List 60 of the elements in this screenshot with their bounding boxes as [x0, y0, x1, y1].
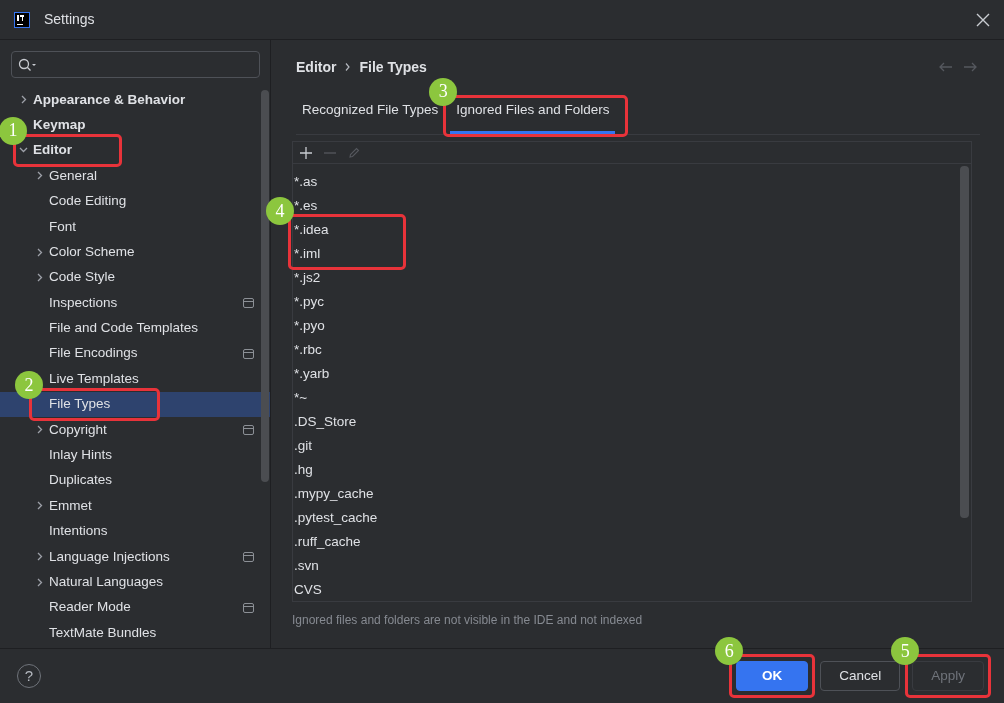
tree-item[interactable]: Duplicates: [49, 470, 113, 491]
list-item[interactable]: *.rbc: [294, 339, 322, 361]
tree-item[interactable]: Code Editing: [49, 191, 127, 212]
search-field[interactable]: [11, 51, 260, 78]
tree-item[interactable]: Color Scheme: [34, 241, 135, 263]
list-item[interactable]: *.as: [294, 171, 318, 193]
list-item[interactable]: .pytest_cache: [294, 507, 378, 529]
callout-number: 6: [715, 637, 744, 665]
tree-item[interactable]: File Types: [49, 394, 111, 415]
callout-number: 1: [0, 116, 27, 145]
list-item[interactable]: .DS_Store: [294, 411, 357, 433]
tree-item[interactable]: Code Style: [34, 267, 116, 288]
hint-text: Ignored files and folders are not visible in the IDE and not indexed: [292, 612, 644, 629]
tree-item[interactable]: Inlay Hints: [49, 445, 113, 466]
list-item[interactable]: *.idea: [294, 219, 329, 241]
list-item[interactable]: .hg: [294, 459, 313, 481]
tree-item[interactable]: Natural Languages: [34, 572, 164, 593]
tree-item[interactable]: General: [34, 165, 98, 186]
add-icon[interactable]: [299, 145, 313, 160]
list-item[interactable]: .git: [294, 435, 312, 457]
callout-number: 5: [891, 637, 920, 665]
tree-item[interactable]: Emmet: [34, 495, 92, 517]
tree-item[interactable]: Reader Mode: [49, 597, 131, 618]
tree-item[interactable]: Inspections: [49, 292, 118, 313]
window-title: Settings: [44, 10, 95, 29]
breadcrumb-item[interactable]: File Types: [359, 56, 427, 78]
list-item[interactable]: .ruff_cache: [294, 531, 361, 553]
app-logo-icon: [14, 11, 30, 28]
tree-item[interactable]: Keymap: [33, 114, 86, 136]
callout-number: 4: [266, 197, 294, 225]
callout-number: 3: [429, 77, 458, 106]
tree-item[interactable]: File and Code Templates: [49, 318, 199, 339]
list-item[interactable]: CVS: [294, 579, 322, 601]
chevron-right-icon: [344, 62, 352, 72]
scrollbar[interactable]: [261, 90, 269, 482]
list-item[interactable]: .svn: [294, 555, 319, 577]
tree-item[interactable]: Intentions: [49, 521, 108, 542]
callout-number: 2: [15, 371, 43, 400]
tree-item[interactable]: Language Injections: [34, 546, 170, 567]
search-icon: [18, 57, 38, 72]
list-item[interactable]: *~: [294, 387, 308, 409]
tree-item[interactable]: Copyright: [34, 419, 107, 440]
tree-item[interactable]: File Encodings: [49, 343, 138, 364]
list-item[interactable]: *.pyc: [294, 291, 324, 313]
tree-item[interactable]: TextMate Bundles: [49, 622, 157, 643]
list-item[interactable]: *.js2: [294, 267, 321, 289]
tab[interactable]: Ignored Files and Folders: [450, 99, 616, 134]
breadcrumb-item[interactable]: Editor: [296, 56, 337, 78]
list-item[interactable]: *.es: [294, 195, 318, 217]
scrollbar[interactable]: [960, 166, 969, 518]
tree-item[interactable]: Appearance & Behavior: [18, 89, 186, 110]
close-icon[interactable]: [976, 12, 990, 27]
tree-item[interactable]: Font: [49, 216, 76, 237]
list-item[interactable]: *.pyo: [294, 315, 325, 337]
list-item[interactable]: *.yarb: [294, 363, 330, 385]
dialog-button[interactable]: OK: [736, 661, 809, 691]
list-item[interactable]: *.iml: [294, 243, 321, 265]
list-item[interactable]: .mypy_cache: [294, 483, 374, 505]
tree-item[interactable]: Live Templates: [49, 368, 139, 390]
dialog-button[interactable]: Cancel: [820, 661, 901, 691]
